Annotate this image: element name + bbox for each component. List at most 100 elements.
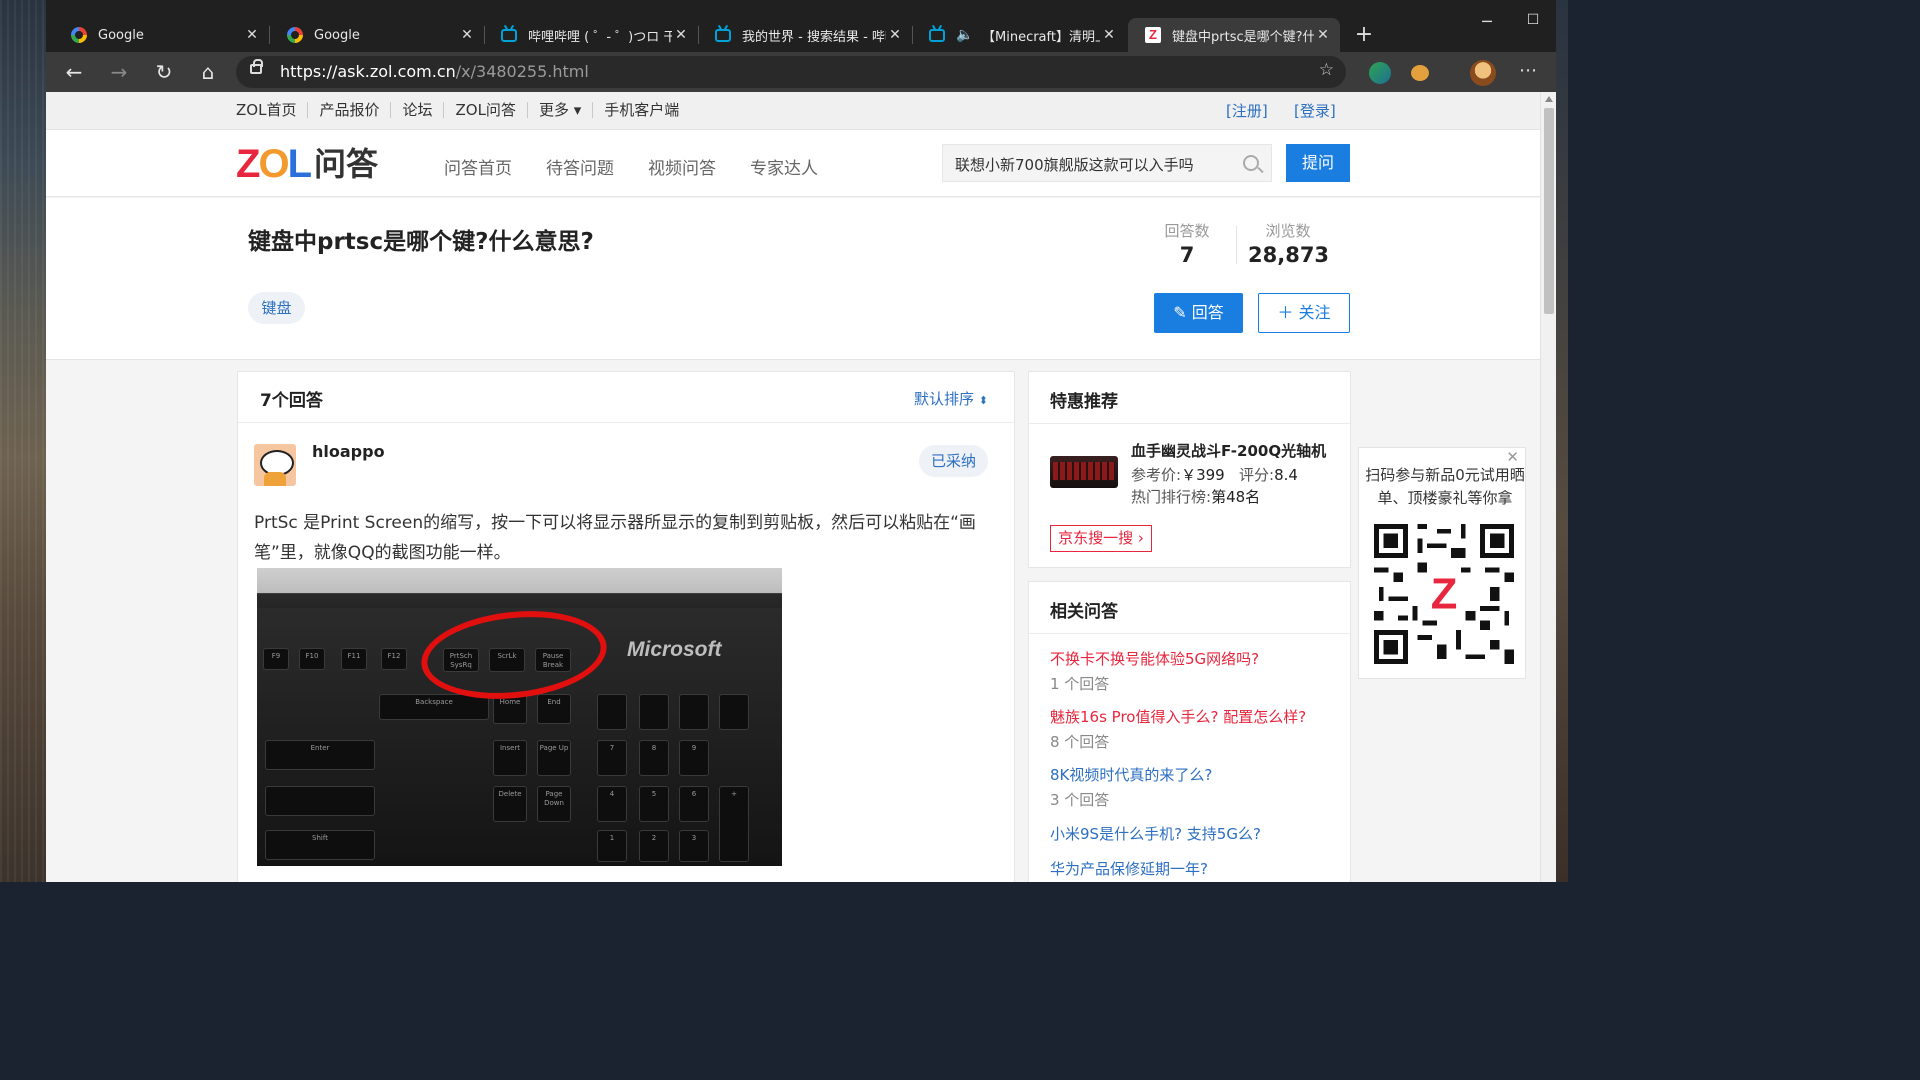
back-icon[interactable]: ← bbox=[60, 60, 88, 84]
search-input[interactable]: 联想小新700旗舰版这款可以入手吗 bbox=[942, 144, 1272, 182]
url-text[interactable]: https://ask.zol.com.cn/x/3480255.html bbox=[280, 62, 589, 81]
site-header: ZOL 问答 问答首页 待答问题 视频问答 专家达人 联想小新700旗舰版这款可… bbox=[46, 130, 1540, 197]
answer-button[interactable]: ✎ 回答 bbox=[1154, 293, 1243, 333]
zol-icon: Z bbox=[1144, 26, 1162, 44]
extension-icon[interactable] bbox=[1411, 65, 1429, 81]
profile-avatar[interactable] bbox=[1470, 60, 1496, 86]
sort-icon: ⬍ bbox=[978, 394, 989, 407]
qr-popup-text: 扫码参与新品0元试用晒单、顶楼豪礼等你拿 bbox=[1365, 466, 1525, 507]
scrollbar-thumb[interactable] bbox=[1544, 108, 1554, 314]
jd-search-button[interactable]: 京东搜一搜 › bbox=[1050, 525, 1152, 552]
svg-text:Z: Z bbox=[1431, 570, 1458, 618]
close-icon[interactable]: ✕ bbox=[886, 27, 904, 43]
close-icon[interactable]: ✕ bbox=[243, 27, 261, 43]
site-top-nav: ZOL首页 产品报价 论坛 ZOL问答 更多 ▾ 手机客户端 bbox=[236, 102, 690, 118]
answer-username[interactable]: hloappo bbox=[312, 442, 385, 461]
tab-bilibili-home[interactable]: 哔哩哔哩 ( ゜- ゜)つロ 干杯~ ✕ bbox=[484, 18, 699, 52]
avatar[interactable] bbox=[254, 444, 296, 486]
lock-icon[interactable] bbox=[250, 59, 263, 74]
topnav-link[interactable]: 论坛 bbox=[390, 102, 443, 118]
tab-bilibili-video[interactable]: 🔈 【Minecraft】清明上河 ✕ bbox=[912, 18, 1126, 52]
tab-title: 键盘中prtsc是哪个键?什么意 bbox=[1172, 29, 1314, 45]
ask-button[interactable]: 提问 bbox=[1286, 144, 1350, 182]
minimize-icon[interactable]: ─ bbox=[1464, 12, 1510, 31]
close-icon[interactable]: ✕ bbox=[1100, 27, 1118, 43]
follow-button[interactable]: ＋ 关注 bbox=[1258, 293, 1350, 333]
desktop-background-left bbox=[0, 0, 46, 882]
product-price-score: 参考价:￥399 评分:8.4 bbox=[1131, 466, 1298, 484]
url-bar[interactable]: https://ask.zol.com.cn/x/3480255.html ☆ bbox=[236, 56, 1346, 88]
view-count-stat: 浏览数 28,873 bbox=[1248, 222, 1330, 267]
refresh-icon[interactable]: ↻ bbox=[150, 60, 178, 84]
related-title: 相关问答 bbox=[1050, 602, 1118, 622]
topnav-link[interactable]: 产品报价 bbox=[307, 102, 390, 118]
question-tag[interactable]: 键盘 bbox=[248, 292, 305, 324]
deal-title: 特惠推荐 bbox=[1050, 392, 1118, 412]
tab-title: Google bbox=[98, 27, 144, 43]
deal-panel: 特惠推荐 血手幽灵战斗F-200Q光轴机 参考价:￥399 评分:8.4 热门排… bbox=[1028, 371, 1351, 568]
bilibili-icon bbox=[714, 26, 732, 44]
related-panel: 相关问答 不换卡不换号能体验5G网络吗? 1 个回答 魅族16s Pro值得入手… bbox=[1028, 581, 1351, 882]
nav-item[interactable]: 待答问题 bbox=[546, 154, 614, 179]
topnav-link[interactable]: 手机客户端 bbox=[592, 102, 690, 118]
tab-bilibili-search[interactable]: 我的世界 - 搜索结果 - 哔哩 ✕ bbox=[698, 18, 913, 52]
tab-google-1[interactable]: Google ✕ bbox=[54, 18, 270, 52]
search-value: 联想小新700旗舰版这款可以入手吗 bbox=[955, 156, 1194, 174]
tab-title: 我的世界 - 搜索结果 - 哔哩 bbox=[742, 29, 886, 45]
extension-icon[interactable] bbox=[1369, 62, 1391, 84]
product-image[interactable] bbox=[1050, 456, 1118, 488]
answers-header: 7个回答 默认排序 ⬍ bbox=[238, 372, 1014, 423]
google-icon bbox=[70, 26, 88, 44]
login-link[interactable]: [登录] bbox=[1294, 100, 1336, 121]
close-icon[interactable]: ✕ bbox=[672, 27, 690, 43]
related-item[interactable]: 8K视频时代真的来了么? 3 个回答 bbox=[1050, 764, 1212, 810]
favorite-star-icon[interactable]: ☆ bbox=[1319, 60, 1334, 80]
sort-dropdown[interactable]: 默认排序 ⬍ bbox=[914, 388, 988, 409]
answers-count-title: 7个回答 bbox=[260, 391, 323, 411]
address-bar-row: ← → ↻ ⌂ https://ask.zol.com.cn/x/3480255… bbox=[46, 52, 1556, 92]
tab-zol-active[interactable]: Z 键盘中prtsc是哪个键?什么意 ✕ bbox=[1128, 18, 1340, 52]
speaker-icon[interactable]: 🔈 bbox=[956, 26, 974, 44]
related-item[interactable]: 华为产品保修延期一年? bbox=[1050, 858, 1208, 879]
nav-item[interactable]: 问答首页 bbox=[444, 154, 512, 179]
tab-bar: Google ✕ Google ✕ 哔哩哔哩 ( ゜- ゜)つロ 干杯~ ✕ 我… bbox=[46, 0, 1556, 52]
web-page: ZOL首页 产品报价 论坛 ZOL问答 更多 ▾ 手机客户端 [注册] [登录]… bbox=[46, 92, 1540, 882]
nav-item[interactable]: 视频问答 bbox=[648, 154, 716, 179]
page-scrollbar[interactable] bbox=[1540, 92, 1556, 882]
answer-count-stat: 回答数 7 bbox=[1164, 222, 1210, 267]
nav-item[interactable]: 专家达人 bbox=[750, 154, 818, 179]
home-icon[interactable]: ⌂ bbox=[194, 60, 222, 84]
register-link[interactable]: [注册] bbox=[1226, 100, 1268, 121]
topnav-link[interactable]: ZOL首页 bbox=[236, 102, 307, 118]
bilibili-icon bbox=[500, 26, 518, 44]
close-icon[interactable]: ✕ bbox=[1314, 27, 1332, 43]
more-icon[interactable]: ⋯ bbox=[1516, 60, 1540, 81]
maximize-icon[interactable]: ☐ bbox=[1510, 12, 1556, 28]
topnav-more-dropdown[interactable]: 更多 ▾ bbox=[526, 102, 592, 118]
keyboard-photo[interactable]: F9 F10 F11 F12 PrtSch SysRq ScrLk Pause … bbox=[257, 568, 782, 866]
product-rank: 热门排行榜:第48名 bbox=[1131, 488, 1261, 506]
bilibili-icon bbox=[928, 26, 946, 44]
zol-logo[interactable]: ZOL 问答 bbox=[236, 144, 379, 184]
google-icon bbox=[286, 26, 304, 44]
product-name[interactable]: 血手幽灵战斗F-200Q光轴机 bbox=[1131, 440, 1326, 461]
answer-text: PrtSc 是Print Screen的缩写，按一下可以将显示器所显示的复制到剪… bbox=[254, 513, 976, 563]
related-item[interactable]: 小米9S是什么手机? 支持5G么? bbox=[1050, 823, 1261, 844]
related-item[interactable]: 不换卡不换号能体验5G网络吗? 1 个回答 bbox=[1050, 648, 1259, 694]
question-header: 键盘中prtsc是哪个键?什么意思? 回答数 7 浏览数 28,873 键盘 ✎… bbox=[46, 198, 1540, 360]
search-icon[interactable] bbox=[1243, 155, 1259, 171]
desktop-background-right bbox=[1556, 0, 1568, 882]
pencil-icon: ✎ bbox=[1173, 303, 1192, 322]
main-nav: 问答首页 待答问题 视频问答 专家达人 bbox=[444, 154, 852, 179]
question-title: 键盘中prtsc是哪个键?什么意思? bbox=[248, 229, 594, 255]
topnav-link[interactable]: ZOL问答 bbox=[443, 102, 526, 118]
logo-text: 问答 bbox=[314, 145, 379, 183]
related-item[interactable]: 魅族16s Pro值得入手么? 配置怎么样? 8 个回答 bbox=[1050, 706, 1306, 752]
new-tab-icon[interactable]: + bbox=[1351, 22, 1377, 47]
tab-google-2[interactable]: Google ✕ bbox=[270, 18, 485, 52]
close-icon[interactable]: ✕ bbox=[458, 27, 476, 43]
tab-title: 【Minecraft】清明上河 bbox=[982, 29, 1100, 45]
scroll-up-icon[interactable] bbox=[1545, 96, 1553, 102]
keyboard-brand: Microsoft bbox=[627, 638, 722, 661]
forward-icon[interactable]: → bbox=[105, 60, 133, 84]
